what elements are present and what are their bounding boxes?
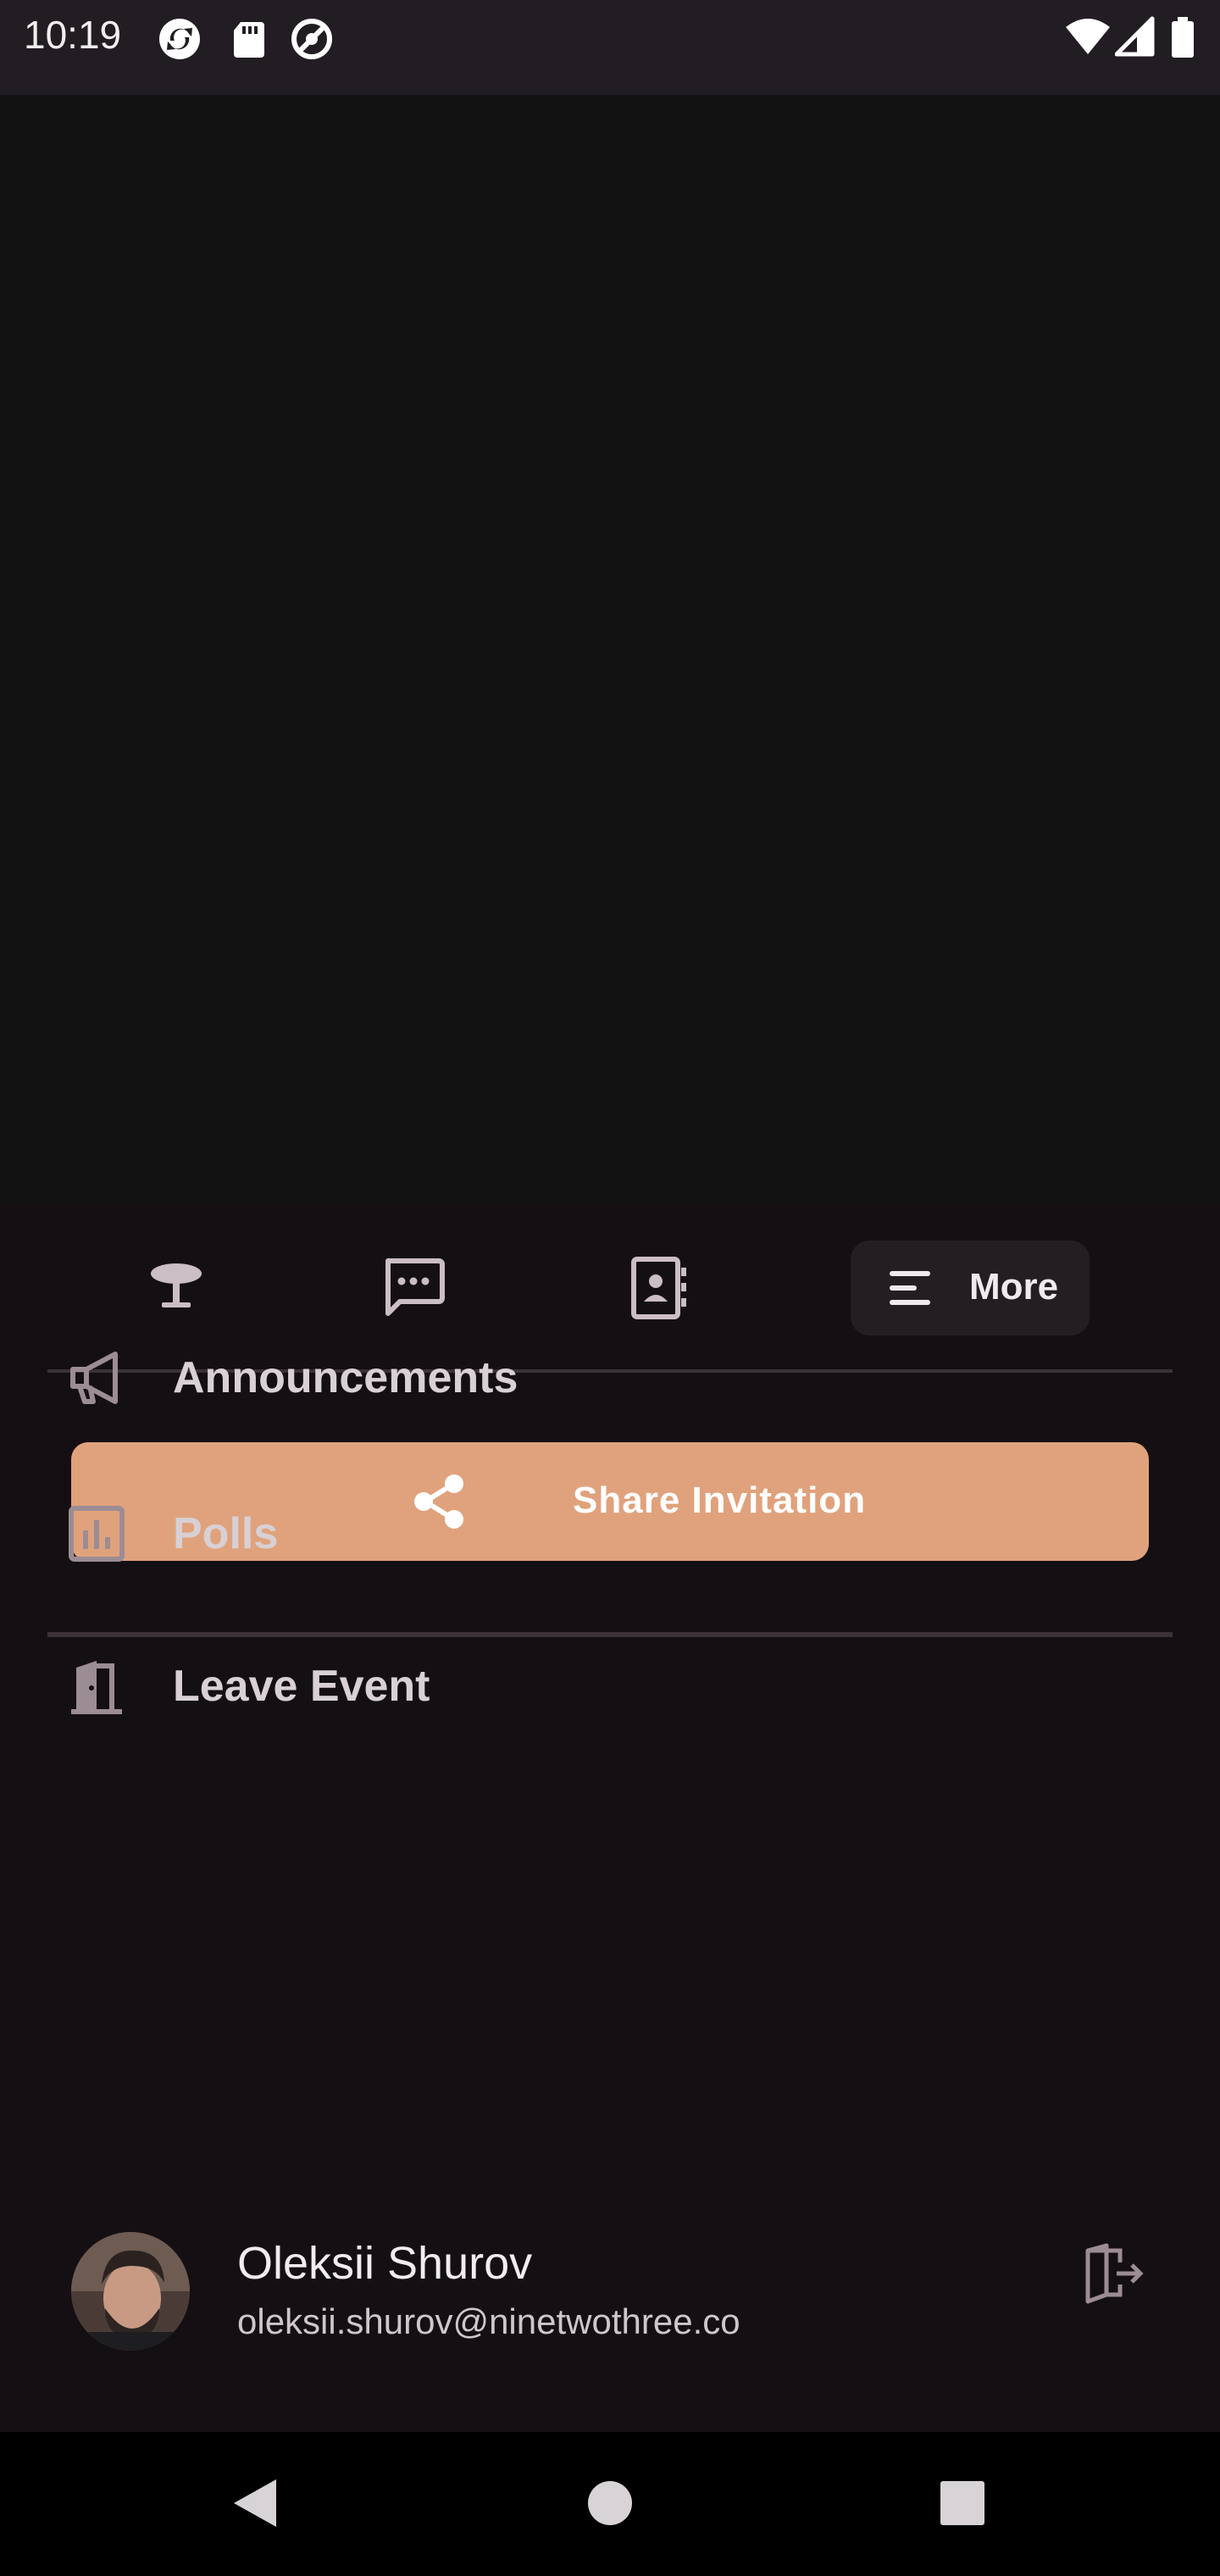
chat-icon	[385, 1258, 445, 1316]
back-icon[interactable]	[220, 2469, 288, 2537]
system-navigation-bar	[0, 2432, 1220, 2576]
door-exit-icon	[71, 1661, 122, 1714]
user-profile: Oleksii Shurov oleksii.shurov@ninetwothr…	[0, 2212, 1220, 2364]
menu-item-leave-event[interactable]: Leave Event	[0, 1622, 1220, 1749]
menu-item-label: Leave Event	[173, 1662, 430, 1711]
table-icon	[151, 1263, 202, 1307]
profile-name: Oleksii Shurov	[237, 2238, 533, 2289]
megaphone-icon	[70, 1352, 118, 1404]
profile-email: oleksii.shurov@ninetwothree.co	[237, 2301, 740, 2341]
menu-item-polls[interactable]: Polls	[0, 1469, 1220, 1596]
recents-icon[interactable]	[929, 2469, 996, 2537]
avatar	[71, 2232, 190, 2351]
menu-item-announcements[interactable]: Announcements	[0, 1313, 1220, 1441]
menu-item-label: Polls	[173, 1509, 279, 1558]
menu-item-label: Announcements	[173, 1353, 518, 1402]
do-not-disturb-icon	[291, 19, 332, 59]
status-time: 10:19	[24, 13, 122, 57]
wifi-icon	[1066, 19, 1110, 54]
sd-card-icon	[234, 22, 264, 58]
status-bar: 10:19	[0, 0, 1220, 95]
sync-icon	[159, 19, 200, 59]
event-content-area	[0, 95, 1220, 1205]
menu-lines-icon	[890, 1271, 930, 1305]
poll-chart-icon	[69, 1506, 125, 1562]
more-tab-label: More	[969, 1266, 1059, 1307]
battery-icon	[1172, 17, 1194, 58]
cellular-signal-icon	[1115, 16, 1155, 57]
home-icon[interactable]	[576, 2469, 644, 2537]
contact-book-icon	[631, 1257, 686, 1319]
logout-icon[interactable]	[1081, 2242, 1145, 2307]
